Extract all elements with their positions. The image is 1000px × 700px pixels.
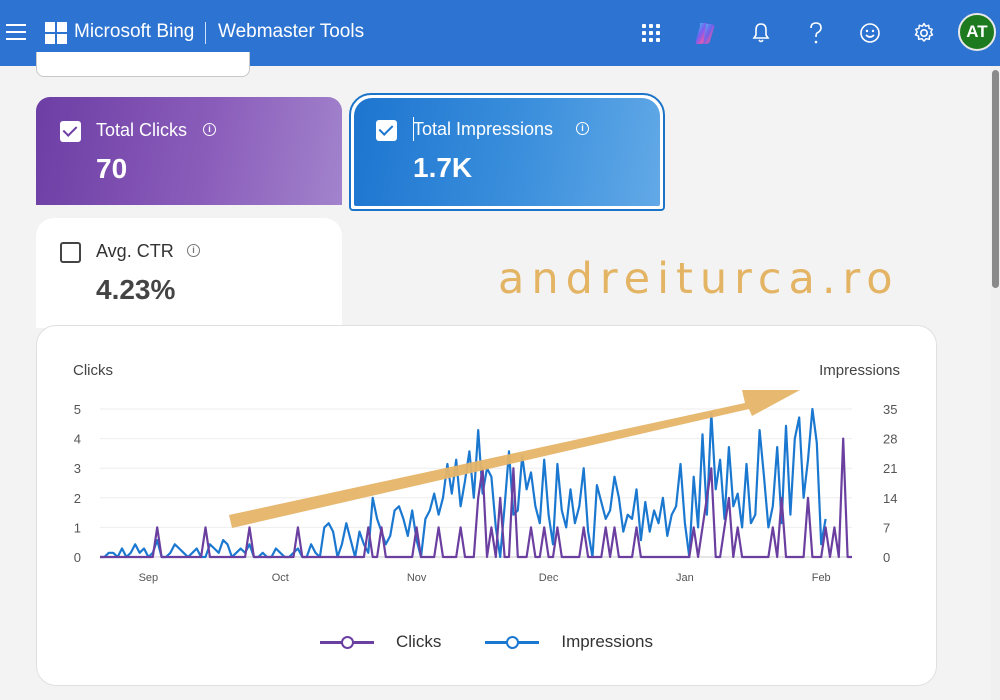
impressions-legend-line-icon — [485, 635, 540, 649]
x-tick-label: Oct — [272, 572, 289, 584]
x-tick-label: Dec — [539, 572, 559, 584]
left-axis-label: Clicks — [73, 362, 113, 379]
right-tick-label: 14 — [883, 491, 897, 506]
x-tick-label: Jan — [676, 572, 694, 584]
left-tick-label: 0 — [74, 550, 81, 565]
legend-label-clicks: Clicks — [396, 632, 442, 651]
right-tick-label: 21 — [883, 461, 897, 476]
left-tick-label: 4 — [74, 432, 81, 447]
legend-item-clicks[interactable]: Clicks — [320, 632, 441, 652]
clicks-legend-line-icon — [320, 635, 374, 649]
x-tick-label: Nov — [407, 572, 427, 584]
x-tick-label: Feb — [812, 572, 831, 584]
legend-item-impressions[interactable]: Impressions — [485, 632, 653, 652]
left-tick-label: 1 — [74, 520, 81, 535]
right-tick-label: 0 — [883, 550, 890, 565]
right-tick-label: 35 — [883, 402, 897, 417]
performance-chart: Clicks Impressions 0 1 2 3 4 5 0 7 14 21 28 35 Sep Oc… — [73, 362, 900, 584]
x-tick-label: Sep — [139, 572, 159, 584]
right-tick-label: 28 — [883, 432, 897, 447]
chart-legend: Clicks Impressions — [320, 632, 697, 652]
left-tick-label: 3 — [74, 461, 81, 476]
left-tick-label: 5 — [74, 402, 81, 417]
right-axis-label: Impressions — [819, 362, 900, 379]
right-tick-label: 7 — [883, 520, 890, 535]
left-tick-label: 2 — [74, 491, 81, 506]
legend-label-impressions: Impressions — [561, 632, 653, 651]
